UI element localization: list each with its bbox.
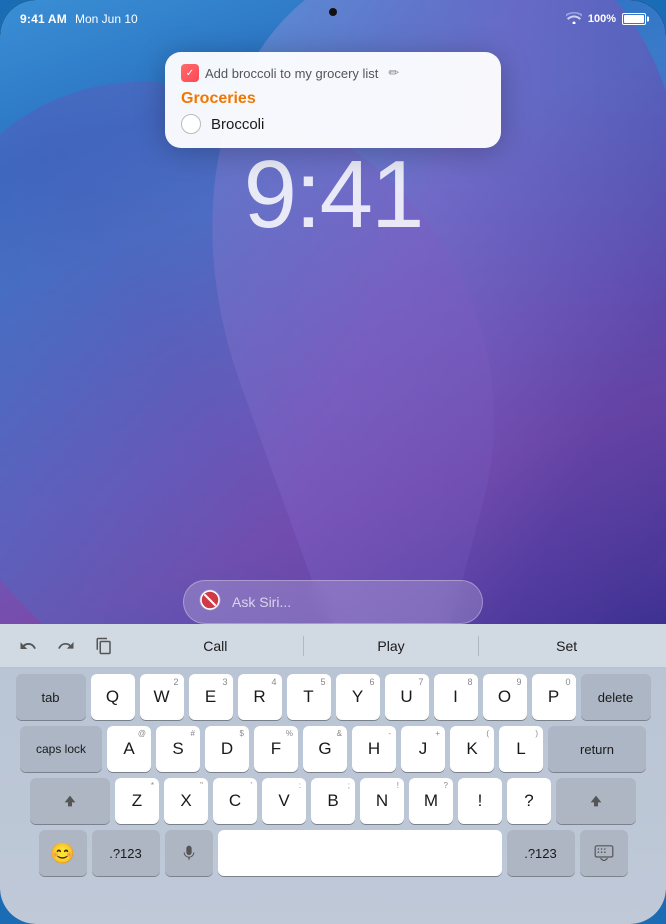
- keyboard-area: Call Play Set tab Q 2W 3E 4R 5T 6Y 7U 8I…: [0, 624, 666, 924]
- u-key[interactable]: 7U: [385, 674, 429, 720]
- c-key[interactable]: 'C: [213, 778, 257, 824]
- suggestion-call[interactable]: Call: [128, 634, 303, 658]
- notification-title-row: ✓ Add broccoli to my grocery list ✏: [181, 64, 399, 82]
- notification-subtitle: Add broccoli to my grocery list: [205, 66, 378, 81]
- wifi-icon: [566, 12, 582, 27]
- paste-button[interactable]: [88, 630, 120, 662]
- exclaim-key[interactable]: !: [458, 778, 502, 824]
- siri-placeholder: Ask Siri...: [232, 594, 291, 610]
- battery-percent: 100%: [588, 13, 616, 25]
- status-bar: 9:41 AM Mon Jun 10 100%: [0, 0, 666, 32]
- edit-icon[interactable]: ✏: [388, 65, 399, 81]
- item-label: Broccoli: [211, 116, 264, 133]
- ipad-frame: 9:41 AM Mon Jun 10 100%: [0, 0, 666, 924]
- v-key[interactable]: :V: [262, 778, 306, 824]
- p-key[interactable]: 0P: [532, 674, 576, 720]
- k-key[interactable]: (K: [450, 726, 494, 772]
- delete-key[interactable]: delete: [581, 674, 651, 720]
- b-key[interactable]: ;B: [311, 778, 355, 824]
- reminders-app-icon: ✓: [181, 64, 199, 82]
- undo-button[interactable]: [12, 630, 44, 662]
- o-key[interactable]: 9O: [483, 674, 527, 720]
- suggestion-play[interactable]: Play: [304, 634, 479, 658]
- x-key[interactable]: "X: [164, 778, 208, 824]
- numbers-key-right[interactable]: .?123: [507, 830, 575, 876]
- l-key[interactable]: )L: [499, 726, 543, 772]
- siri-icon: [198, 588, 222, 617]
- keyboard-rows: tab Q 2W 3E 4R 5T 6Y 7U 8I 9O 0P delete …: [0, 668, 666, 880]
- status-time: 9:41 AM: [20, 12, 67, 26]
- key-row-4: 😊 .?123 .?123: [4, 830, 662, 876]
- n-key[interactable]: !N: [360, 778, 404, 824]
- w-key[interactable]: 2W: [140, 674, 184, 720]
- d-key[interactable]: $D: [205, 726, 249, 772]
- space-key[interactable]: [218, 830, 502, 876]
- camera-dot: [329, 8, 337, 16]
- s-key[interactable]: #S: [156, 726, 200, 772]
- battery-icon: [622, 13, 646, 25]
- question-key[interactable]: ?: [507, 778, 551, 824]
- key-row-2: caps lock @A #S $D %F &G -H +J (K )L ret…: [4, 726, 662, 772]
- siri-bar[interactable]: Ask Siri...: [183, 580, 483, 624]
- z-key[interactable]: *Z: [115, 778, 159, 824]
- emoji-key[interactable]: 😊: [39, 830, 87, 876]
- shift-left-key[interactable]: [30, 778, 110, 824]
- notification-list-title: Groceries: [181, 90, 485, 108]
- toolbar-left: [12, 630, 120, 662]
- keyboard-toolbar: Call Play Set: [0, 624, 666, 668]
- key-row-3: *Z "X 'C :V ;B !N ?M ! ?: [4, 778, 662, 824]
- numbers-key-left[interactable]: .?123: [92, 830, 160, 876]
- g-key[interactable]: &G: [303, 726, 347, 772]
- keyboard-dismiss-key[interactable]: [580, 830, 628, 876]
- notification-header: ✓ Add broccoli to my grocery list ✏: [181, 64, 485, 82]
- a-key[interactable]: @A: [107, 726, 151, 772]
- toolbar-suggestions: Call Play Set: [128, 634, 654, 658]
- key-row-1: tab Q 2W 3E 4R 5T 6Y 7U 8I 9O 0P delete: [4, 674, 662, 720]
- tab-key[interactable]: tab: [16, 674, 86, 720]
- status-date: Mon Jun 10: [75, 12, 138, 26]
- t-key[interactable]: 5T: [287, 674, 331, 720]
- item-checkbox[interactable]: [181, 114, 201, 134]
- f-key[interactable]: %F: [254, 726, 298, 772]
- h-key[interactable]: -H: [352, 726, 396, 772]
- redo-button[interactable]: [50, 630, 82, 662]
- q-key[interactable]: Q: [91, 674, 135, 720]
- status-right-icons: 100%: [566, 12, 646, 27]
- y-key[interactable]: 6Y: [336, 674, 380, 720]
- return-key[interactable]: return: [548, 726, 646, 772]
- i-key[interactable]: 8I: [434, 674, 478, 720]
- r-key[interactable]: 4R: [238, 674, 282, 720]
- shift-right-key[interactable]: [556, 778, 636, 824]
- j-key[interactable]: +J: [401, 726, 445, 772]
- lock-time: 9:41: [244, 140, 423, 250]
- notification-item[interactable]: Broccoli: [181, 114, 485, 134]
- caps-lock-key[interactable]: caps lock: [20, 726, 102, 772]
- suggestion-set[interactable]: Set: [479, 634, 654, 658]
- m-key[interactable]: ?M: [409, 778, 453, 824]
- mic-key[interactable]: [165, 830, 213, 876]
- notification-card[interactable]: ✓ Add broccoli to my grocery list ✏ Groc…: [165, 52, 501, 148]
- e-key[interactable]: 3E: [189, 674, 233, 720]
